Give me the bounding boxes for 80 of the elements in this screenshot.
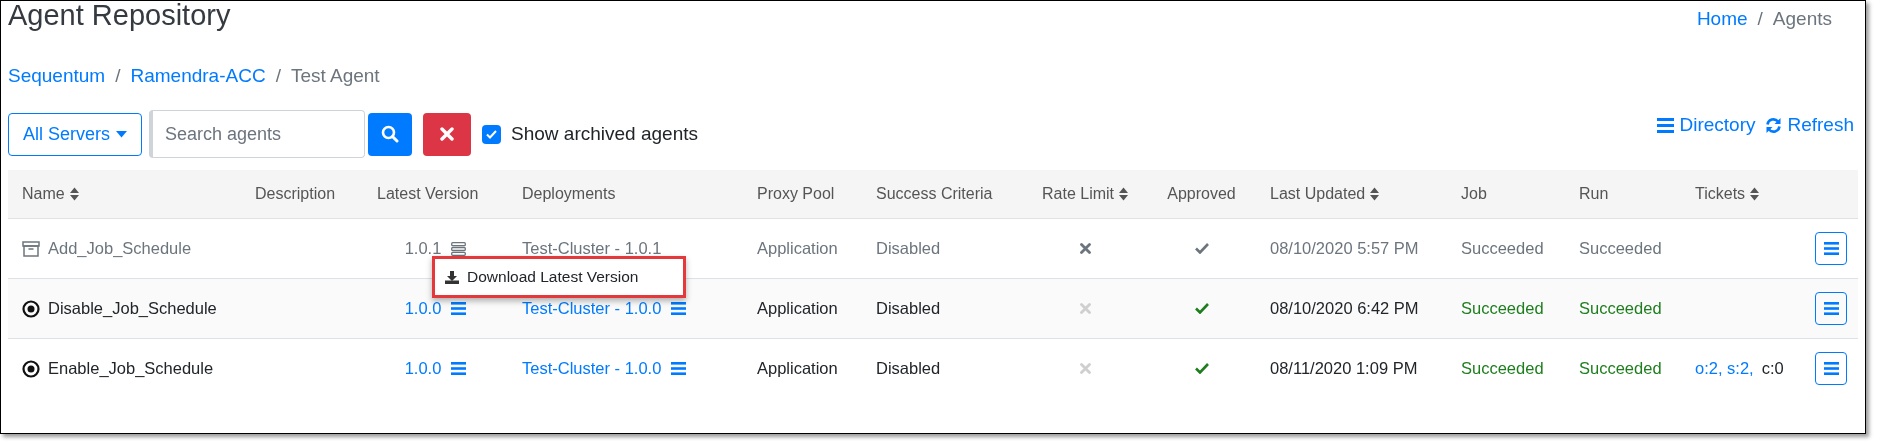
table-cell-text: Disabled	[876, 358, 941, 380]
actions-button[interactable]	[1815, 292, 1847, 325]
deployment-link: Test-Cluster - 1.0.1	[522, 238, 662, 260]
tickets-link[interactable]: o:2, s:2,	[1695, 356, 1754, 381]
menu-icon	[1823, 362, 1839, 375]
menu-icon	[1657, 117, 1675, 133]
breadcrumb-link[interactable]: Home	[1696, 5, 1748, 34]
search-button[interactable]	[368, 112, 413, 156]
status-text: Succeeded	[1579, 358, 1662, 380]
column-header[interactable]: Tickets	[1695, 182, 1760, 206]
menu-icon[interactable]	[671, 362, 687, 375]
column-header: Job	[1461, 184, 1487, 204]
table-cell-text: 08/11/2020 1:09 PM	[1270, 358, 1418, 380]
version-link: 1.0.1	[404, 238, 442, 260]
agent-name[interactable]: Disable_Job_Schedule	[48, 296, 217, 321]
checkbox[interactable]	[482, 124, 502, 144]
column-header[interactable]: Rate Limit	[1042, 182, 1128, 206]
status-text: Succeeded	[1461, 298, 1544, 320]
archive-icon	[22, 240, 40, 257]
close-icon	[440, 127, 455, 141]
column-header: Latest Version	[377, 184, 479, 204]
table-cell-text: Application	[757, 238, 838, 260]
agent-name[interactable]: Enable_Job_Schedule	[48, 356, 214, 381]
refresh-icon	[1765, 116, 1783, 134]
target-icon	[22, 359, 40, 378]
actions-button[interactable]	[1815, 232, 1847, 265]
checkbox-label: Show archived agents	[511, 121, 698, 146]
table-cell-text: 08/10/2020 6:42 PM	[1270, 298, 1419, 320]
caret-icon	[116, 130, 128, 138]
directory-link[interactable]: Directory	[1657, 110, 1756, 140]
column-header[interactable]: Name	[22, 182, 79, 206]
list-icon[interactable]	[451, 241, 467, 256]
sort-icon	[1370, 187, 1380, 201]
status-text: Succeeded	[1579, 238, 1662, 260]
table-cell-text: Application	[757, 358, 838, 380]
column-header: Approved	[1167, 184, 1236, 204]
page-title: Agent Repository	[8, 1, 231, 32]
menu-icon[interactable]	[451, 362, 467, 375]
menu-icon	[1823, 242, 1839, 255]
version-link[interactable]: 1.0.0	[404, 296, 442, 321]
table-cell-text: 08/10/2020 5:57 PM	[1270, 238, 1419, 260]
table-cell-text: Disabled	[876, 298, 941, 320]
version-link[interactable]: 1.0.0	[404, 356, 442, 381]
column-header: Success Criteria	[876, 184, 993, 204]
deployment-link[interactable]: Test-Cluster - 1.0.0	[522, 296, 662, 321]
download-icon	[445, 270, 459, 284]
breadcrumb-link[interactable]: Sequentum	[8, 61, 106, 90]
status-text: Succeeded	[1579, 298, 1662, 320]
breadcrumb-separator: /	[115, 63, 121, 88]
breadcrumb-link[interactable]: Ramendra-ACC	[130, 61, 266, 90]
status-text: Succeeded	[1461, 238, 1544, 260]
target-icon	[22, 299, 40, 318]
clear-button[interactable]	[423, 112, 472, 156]
menu-icon[interactable]	[671, 302, 687, 315]
sort-icon	[1119, 187, 1128, 201]
sort-icon	[1750, 187, 1760, 201]
sort-icon	[69, 187, 79, 201]
breadcrumb-current: Test Agent	[290, 63, 380, 88]
breadcrumb-separator: /	[1757, 7, 1763, 31]
server-dropdown[interactable]: All Servers	[8, 112, 143, 156]
actions-button[interactable]	[1815, 352, 1847, 385]
menu-icon	[1823, 302, 1839, 315]
table-cell-text: Disabled	[876, 238, 941, 260]
breadcrumb-separator: /	[275, 63, 281, 88]
deployment-link[interactable]: Test-Cluster - 1.0.0	[522, 356, 662, 381]
table-cell-text: Application	[757, 298, 838, 320]
breadcrumb-current: Agents	[1772, 7, 1832, 31]
column-header[interactable]: Last Updated	[1270, 182, 1380, 206]
column-header: Run	[1579, 184, 1609, 204]
agent-name[interactable]: Add_Job_Schedule	[48, 236, 192, 261]
column-header: Proxy Pool	[757, 184, 835, 204]
column-header: Deployments	[522, 184, 616, 204]
status-text: Succeeded	[1461, 358, 1544, 380]
refresh-link[interactable]: Refresh	[1765, 110, 1854, 140]
check-icon	[486, 129, 498, 139]
column-header: Description	[255, 184, 336, 204]
tickets-count: c:0	[1761, 358, 1784, 380]
menu-icon[interactable]	[451, 302, 467, 315]
search-icon	[381, 125, 400, 143]
search-field[interactable]: Search agents	[149, 110, 366, 158]
